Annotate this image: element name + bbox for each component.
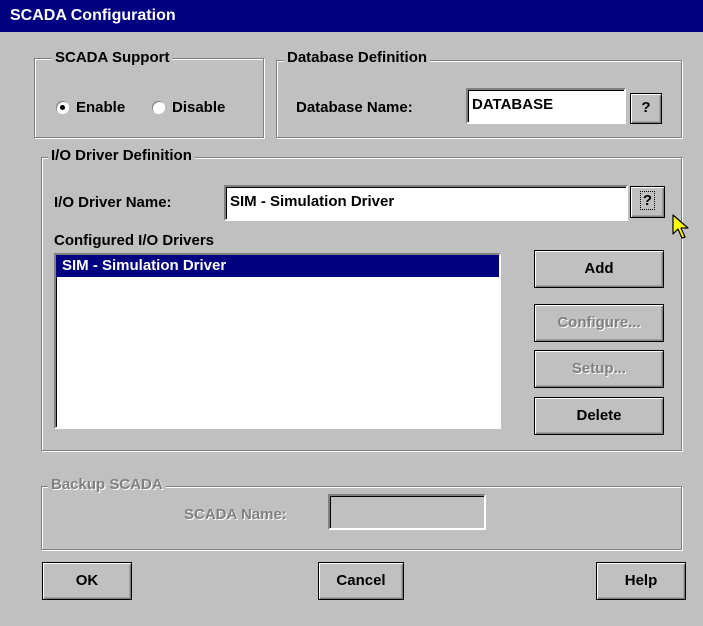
configure-button-label: Configure...	[557, 314, 641, 331]
enable-radio-label: Enable	[76, 99, 126, 116]
configured-drivers-list[interactable]: SIM - Simulation Driver	[54, 253, 501, 429]
enable-radio-circle	[56, 101, 69, 114]
configure-button[interactable]: Configure...	[534, 304, 664, 342]
cancel-button[interactable]: Cancel	[318, 562, 404, 600]
add-button[interactable]: Add	[534, 250, 664, 288]
delete-button-label: Delete	[576, 407, 622, 424]
help-button-label: Help	[624, 572, 658, 589]
scada-name-input[interactable]	[328, 494, 486, 530]
database-name-input[interactable]: DATABASE	[466, 88, 626, 124]
window-title: SCADA Configuration	[10, 7, 176, 24]
add-button-label: Add	[584, 260, 614, 277]
setup-button[interactable]: Setup...	[534, 350, 664, 388]
list-item[interactable]: SIM - Simulation Driver	[56, 255, 499, 277]
help-button[interactable]: Help	[596, 562, 686, 600]
io-driver-name-input[interactable]: SIM - Simulation Driver	[224, 185, 628, 221]
io-driver-name-label: I/O Driver Name:	[54, 194, 172, 211]
delete-button[interactable]: Delete	[534, 397, 664, 435]
database-browse-label: ?	[641, 99, 651, 116]
database-browse-button[interactable]: ?	[630, 93, 662, 124]
disable-radio-circle	[152, 101, 165, 114]
arrow-pointer-icon	[672, 214, 689, 239]
ok-button[interactable]: OK	[42, 562, 132, 600]
io-driver-definition-legend: I/O Driver Definition	[48, 147, 195, 165]
scada-support-legend: SCADA Support	[52, 49, 173, 67]
disable-radio-label: Disable	[172, 99, 226, 116]
window-title-bar[interactable]: SCADA Configuration	[0, 0, 703, 32]
enable-radio-dot	[60, 105, 65, 110]
cancel-button-label: Cancel	[336, 572, 386, 589]
backup-scada-legend: Backup SCADA	[48, 476, 166, 494]
setup-button-label: Setup...	[571, 360, 627, 377]
configured-drivers-label: Configured I/O Drivers	[54, 232, 215, 249]
io-driver-browse-button[interactable]: ?	[630, 186, 665, 218]
enable-radio[interactable]: Enable	[56, 98, 138, 118]
database-definition-legend: Database Definition	[284, 49, 431, 67]
database-name-label: Database Name:	[296, 99, 413, 116]
ok-button-label: OK	[75, 572, 99, 589]
scada-name-label: SCADA Name:	[184, 506, 287, 523]
io-driver-browse-label: ?	[639, 191, 656, 210]
disable-radio[interactable]: Disable	[152, 98, 260, 118]
